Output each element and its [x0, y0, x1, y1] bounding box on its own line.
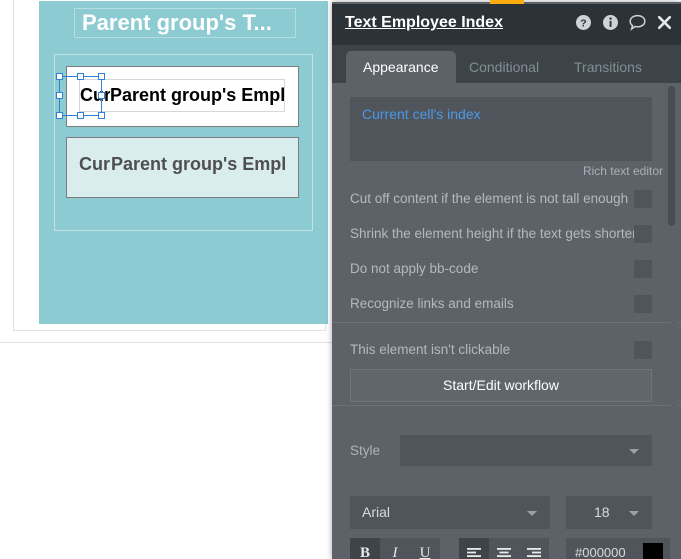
panel-title[interactable]: Text Employee Index: [345, 14, 503, 32]
tab-appearance[interactable]: Appearance: [346, 51, 456, 83]
option-row-cut-off-content: Cut off content if the element is not ta…: [350, 190, 652, 212]
design-canvas[interactable]: Parent group's T... Current cell's index…: [0, 0, 340, 343]
panel-divider-1: [332, 322, 681, 323]
checkbox-no-bb-code[interactable]: [634, 260, 652, 278]
checkbox-recognize-links[interactable]: [634, 295, 652, 313]
font-size-value: 18: [594, 504, 610, 520]
style-label: Style: [350, 443, 381, 458]
option-row-no-bb-code: Do not apply bb-code: [350, 260, 652, 282]
option-row-shrink-height: Shrink the element height if the text ge…: [350, 225, 652, 247]
start-edit-workflow-button[interactable]: Start/Edit workflow: [350, 369, 652, 402]
option-label-no-bb-code: Do not apply bb-code: [350, 261, 479, 276]
repeating-group[interactable]: Current cell's indexParent group's Empl.…: [54, 54, 313, 231]
font-family-select[interactable]: Arial: [350, 496, 550, 529]
align-center-button[interactable]: [489, 538, 519, 559]
panel-scrollbar-track[interactable]: [668, 83, 678, 559]
panel-divider-2: [332, 405, 681, 406]
text-style-button-group: B I U: [350, 538, 440, 559]
text-color-swatch[interactable]: [643, 543, 663, 559]
text-color-field[interactable]: #000000: [566, 538, 670, 559]
format-toolbar: B I U #000000: [350, 538, 670, 559]
help-icon[interactable]: ?: [575, 14, 592, 31]
canvas-page[interactable]: Parent group's T... Current cell's index…: [14, 0, 328, 331]
rich-text-editor-link[interactable]: Rich text editor: [583, 164, 663, 178]
panel-title-icon-group: ?: [575, 14, 673, 31]
option-label-not-clickable: This element isn't clickable: [350, 342, 511, 357]
comment-icon[interactable]: [629, 14, 646, 31]
text-align-button-group: [459, 538, 549, 559]
app-root: Parent group's T... Current cell's index…: [0, 0, 681, 559]
cell-main-text-1: Parent group's Empl...: [110, 85, 285, 105]
style-select[interactable]: [400, 435, 652, 466]
option-label-recognize-links: Recognize links and emails: [350, 296, 514, 311]
align-left-button[interactable]: [459, 538, 489, 559]
underline-button[interactable]: U: [410, 538, 440, 559]
cell-main-text-2: Parent group's Empl...: [111, 154, 288, 174]
bold-button[interactable]: B: [350, 538, 380, 559]
info-icon[interactable]: [602, 14, 619, 31]
parent-group-title-text[interactable]: Parent group's T...: [74, 8, 296, 38]
chevron-down-icon: [629, 510, 639, 516]
checkbox-cut-off-content[interactable]: [634, 190, 652, 208]
font-size-select[interactable]: 18: [566, 496, 652, 529]
panel-tabbar: Appearance Conditional Transitions: [332, 45, 681, 83]
close-icon[interactable]: [656, 14, 673, 31]
parent-group[interactable]: Parent group's T... Current cell's index…: [39, 1, 328, 324]
canvas-bottom-rule: [0, 342, 340, 343]
text-content-value: Current cell's index: [362, 106, 481, 122]
property-editor-panel[interactable]: Text Employee Index ? Appearance Conditi…: [332, 0, 681, 559]
cell-index-text-2: Current cell's index: [79, 154, 111, 174]
cell-index-text-1: Current cell's index: [80, 85, 110, 105]
option-row-recognize-links: Recognize links and emails: [350, 295, 652, 317]
checkbox-shrink-height[interactable]: [634, 225, 652, 243]
chevron-down-icon: [629, 448, 639, 454]
panel-scrollbar-thumb[interactable]: [668, 86, 675, 226]
cell-text-element-1[interactable]: Current cell's indexParent group's Empl.…: [79, 79, 285, 112]
option-label-shrink-height: Shrink the element height if the text ge…: [350, 226, 637, 241]
cell-text-element-2[interactable]: Current cell's indexParent group's Empl.…: [78, 148, 288, 181]
svg-text:?: ?: [580, 17, 586, 29]
option-label-cut-off-content: Cut off content if the element is not ta…: [350, 191, 629, 206]
repeating-group-cell-1[interactable]: Current cell's indexParent group's Empl.…: [66, 66, 299, 127]
tab-conditional[interactable]: Conditional: [452, 51, 556, 83]
tab-transitions[interactable]: Transitions: [557, 51, 659, 83]
panel-body: Current cell's index Rich text editor Cu…: [332, 83, 681, 559]
text-color-hex-value: #000000: [575, 545, 626, 559]
italic-button[interactable]: I: [380, 538, 410, 559]
font-family-value: Arial: [362, 504, 391, 520]
align-right-button[interactable]: [519, 538, 549, 559]
repeating-group-cell-2[interactable]: Current cell's indexParent group's Empl.…: [66, 137, 299, 198]
option-row-not-clickable: This element isn't clickable: [350, 341, 652, 363]
text-content-input[interactable]: Current cell's index: [350, 97, 652, 161]
panel-titlebar[interactable]: Text Employee Index ?: [332, 4, 681, 45]
chevron-down-icon: [527, 510, 537, 516]
checkbox-not-clickable[interactable]: [634, 341, 652, 359]
